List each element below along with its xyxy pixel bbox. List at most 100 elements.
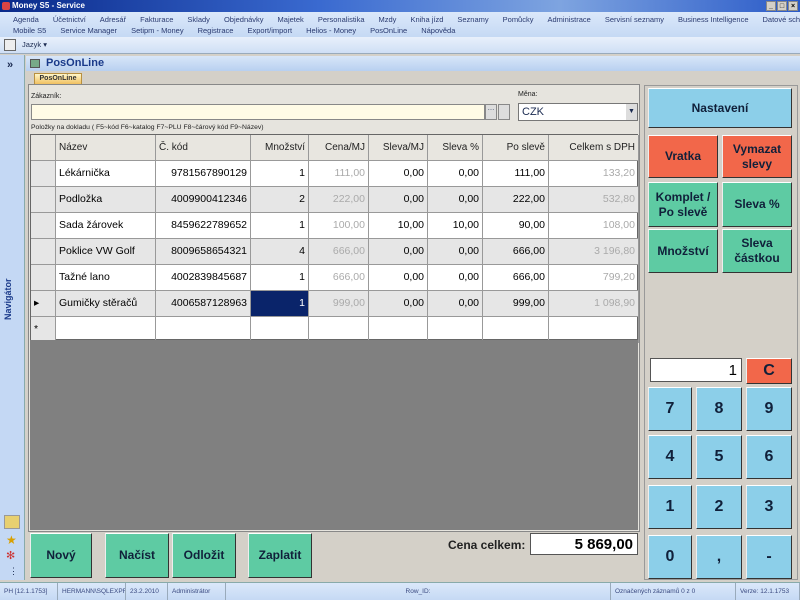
grid-cell[interactable]: 999,00 <box>309 291 369 317</box>
menu-item[interactable]: Registrace <box>198 26 234 35</box>
row-indicator[interactable] <box>31 187 56 213</box>
clear-discounts-button[interactable]: Vymazat slevy <box>722 135 792 178</box>
grid-cell[interactable]: 8009658654321 <box>156 239 251 265</box>
menu-item[interactable]: Business Intelligence <box>678 15 748 24</box>
grid-cell[interactable]: 0,00 <box>428 161 483 187</box>
grid-cell[interactable]: 4 <box>251 239 309 265</box>
bundle-button[interactable]: Komplet / Po slevě <box>648 182 718 227</box>
menu-item[interactable]: Agenda <box>13 15 39 24</box>
grid-cell[interactable]: 222,00 <box>483 187 549 213</box>
grid-cell[interactable]: 666,00 <box>309 265 369 291</box>
menu-item[interactable]: Mzdy <box>379 15 397 24</box>
table-row[interactable]: Podložka 4009900412346 2 222,00 0,00 0,00 222,… <box>31 187 639 213</box>
grid-cell[interactable]: 9781567890129 <box>156 161 251 187</box>
column-header[interactable]: Sleva % <box>428 135 483 161</box>
table-row[interactable]: Sada žárovek 8459622789652 1 100,00 10,00 10,… <box>31 213 639 239</box>
grid-cell[interactable]: 10,00 <box>428 213 483 239</box>
language-dropdown[interactable]: Jazyk ▾ <box>22 40 47 49</box>
more-icon[interactable]: ⋮ <box>9 566 18 577</box>
grid-cell[interactable]: 4002839845687 <box>156 265 251 291</box>
grid-cell[interactable]: 133,20 <box>549 161 639 187</box>
keypad-key[interactable]: 0 <box>648 535 692 579</box>
discount-percent-button[interactable]: Sleva % <box>722 182 792 227</box>
menu-item[interactable]: Majetek <box>278 15 304 24</box>
grid-cell[interactable]: 0,00 <box>428 239 483 265</box>
star-icon[interactable]: ★ <box>6 533 17 547</box>
keypad-key[interactable]: 2 <box>696 485 742 529</box>
menu-item[interactable]: Fakturace <box>140 15 173 24</box>
keypad-key[interactable]: 5 <box>696 435 742 479</box>
grid-cell[interactable]: 4006587128963 <box>156 291 251 317</box>
grid-cell[interactable]: 0,00 <box>369 265 428 291</box>
grid-cell[interactable]: 532,80 <box>549 187 639 213</box>
keypad-key[interactable]: - <box>746 535 792 579</box>
column-header[interactable]: Č. kód <box>156 135 251 161</box>
chevron-down-icon[interactable]: ▼ <box>626 104 637 120</box>
grid-cell[interactable]: 100,00 <box>309 213 369 239</box>
customer-browse-button[interactable]: … <box>485 104 497 120</box>
quantity-button[interactable]: Množství <box>648 229 718 273</box>
grid-cell[interactable]: 0,00 <box>369 161 428 187</box>
menu-item[interactable]: Service Manager <box>60 26 117 35</box>
customer-input[interactable] <box>31 104 485 120</box>
keypad-key[interactable]: 6 <box>746 435 792 479</box>
menu-item[interactable]: Datové schránky <box>763 15 800 24</box>
keypad-key[interactable]: 7 <box>648 387 692 431</box>
grid-cell[interactable]: 0,00 <box>428 187 483 213</box>
menu-item[interactable]: Servisní seznamy <box>605 15 664 24</box>
keypad-key[interactable]: 9 <box>746 387 792 431</box>
grid-cell[interactable]: 0,00 <box>369 239 428 265</box>
column-header[interactable]: Celkem s DPH <box>549 135 639 161</box>
grid-header[interactable]: Název Č. kód Množství Cena/MJ Sleva/MJ Sleva … <box>31 135 639 161</box>
menu-item[interactable]: Setipm - Money <box>131 26 184 35</box>
grid-cell[interactable]: 0,00 <box>369 187 428 213</box>
row-indicator[interactable] <box>31 161 56 187</box>
minimize-button[interactable]: _ <box>766 1 776 11</box>
currency-select[interactable]: CZK ▼ <box>518 103 638 121</box>
menu-item[interactable]: Adresář <box>100 15 126 24</box>
folder-icon[interactable] <box>4 515 20 529</box>
discount-amount-button[interactable]: Sleva částkou <box>722 229 792 273</box>
grid-cell[interactable]: Lékárnička <box>56 161 156 187</box>
menu-item[interactable]: Kniha jízd <box>410 15 443 24</box>
column-header[interactable]: Množství <box>251 135 309 161</box>
menu-item[interactable]: Mobile S5 <box>13 26 46 35</box>
grid-cell[interactable]: 111,00 <box>483 161 549 187</box>
table-row[interactable]: Tažné lano 4002839845687 1 666,00 0,00 0,00 66… <box>31 265 639 291</box>
menu-item[interactable]: Personalistika <box>318 15 365 24</box>
keypad-key[interactable]: 3 <box>746 485 792 529</box>
settings-button[interactable]: Nastavení <box>648 88 792 128</box>
expand-navigator-button[interactable]: » <box>7 59 13 71</box>
grid-cell[interactable]: 666,00 <box>309 239 369 265</box>
column-header[interactable]: Po slevě <box>483 135 549 161</box>
pay-button[interactable]: Zaplatit <box>248 533 312 578</box>
menu-item[interactable]: Seznamy <box>457 15 488 24</box>
grid-cell[interactable]: Poklice VW Golf <box>56 239 156 265</box>
grid-cell[interactable]: 666,00 <box>483 265 549 291</box>
new-button[interactable]: Nový <box>30 533 92 578</box>
customer-clear-button[interactable] <box>498 104 510 120</box>
grid-cell[interactable]: 90,00 <box>483 213 549 239</box>
maximize-button[interactable]: □ <box>777 1 787 11</box>
grid-cell[interactable]: 799,20 <box>549 265 639 291</box>
keypad-key[interactable]: 8 <box>696 387 742 431</box>
grid-cell[interactable]: 1 <box>251 161 309 187</box>
menu-item[interactable]: Sklady <box>187 15 210 24</box>
grid-cell[interactable]: 1 <box>251 213 309 239</box>
row-indicator[interactable]: ▸ <box>31 291 56 317</box>
table-row[interactable]: Lékárnička 9781567890129 1 111,00 0,00 0,00 11… <box>31 161 639 187</box>
menu-item[interactable]: Helios - Money <box>306 26 356 35</box>
book-icon[interactable] <box>4 39 16 51</box>
row-indicator[interactable] <box>31 265 56 291</box>
menu-item[interactable]: Pomůcky <box>503 15 534 24</box>
menu-item[interactable]: Export/import <box>247 26 292 35</box>
menu-item[interactable]: Účetnictví <box>53 15 86 24</box>
menu-item[interactable]: Objednávky <box>224 15 264 24</box>
grid-cell[interactable]: 108,00 <box>549 213 639 239</box>
grid-cell[interactable]: 10,00 <box>369 213 428 239</box>
table-row[interactable]: Poklice VW Golf 8009658654321 4 666,00 0,00 0… <box>31 239 639 265</box>
grid-cell[interactable]: 222,00 <box>309 187 369 213</box>
grid-cell[interactable]: 8459622789652 <box>156 213 251 239</box>
load-button[interactable]: Načíst <box>105 533 169 578</box>
grid-cell[interactable]: 4009900412346 <box>156 187 251 213</box>
